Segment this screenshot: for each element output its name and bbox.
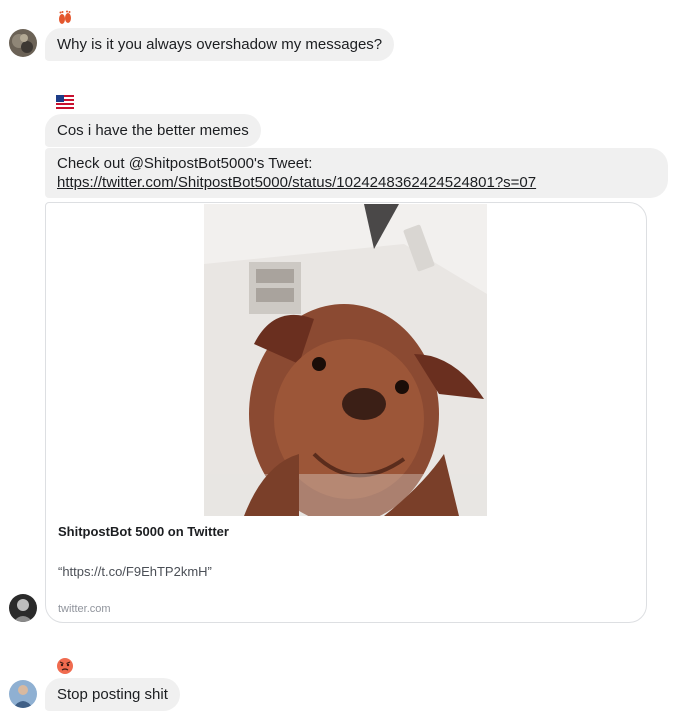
message-text: Cos i have the better memes <box>57 122 249 139</box>
card-domain: twitter.com <box>58 603 111 615</box>
message-text: Why is it you always overshadow my messa… <box>57 36 383 53</box>
card-description: “https://t.co/F9EhTP2kmH” <box>58 564 212 579</box>
message-bubble[interactable]: Why is it you always overshadow my messa… <box>45 28 395 61</box>
avatar-sender-3[interactable] <box>9 680 37 708</box>
angry-face-icon <box>56 657 74 675</box>
avatar-sender-1[interactable] <box>9 29 37 57</box>
us-flag-icon <box>56 93 74 111</box>
message-text: Stop posting shit <box>57 686 168 703</box>
card-title: ShitpostBot 5000 on Twitter <box>58 524 229 539</box>
tweet-link[interactable]: https://twitter.com/ShitpostBot5000/stat… <box>57 174 536 191</box>
feet-icon <box>56 8 74 26</box>
message-bubble[interactable]: Stop posting shit <box>45 678 180 711</box>
dog-photo[interactable] <box>204 204 487 516</box>
avatar-sender-2[interactable] <box>9 594 37 622</box>
link-preview-card[interactable]: ShitpostBot 5000 on Twitter “https://t.c… <box>45 202 647 623</box>
message-text: Check out @ShitpostBot5000's Tweet: <box>57 155 313 172</box>
message-bubble[interactable]: Cos i have the better memes <box>45 114 261 147</box>
message-bubble-link[interactable]: Check out @ShitpostBot5000's Tweet: http… <box>45 148 668 198</box>
